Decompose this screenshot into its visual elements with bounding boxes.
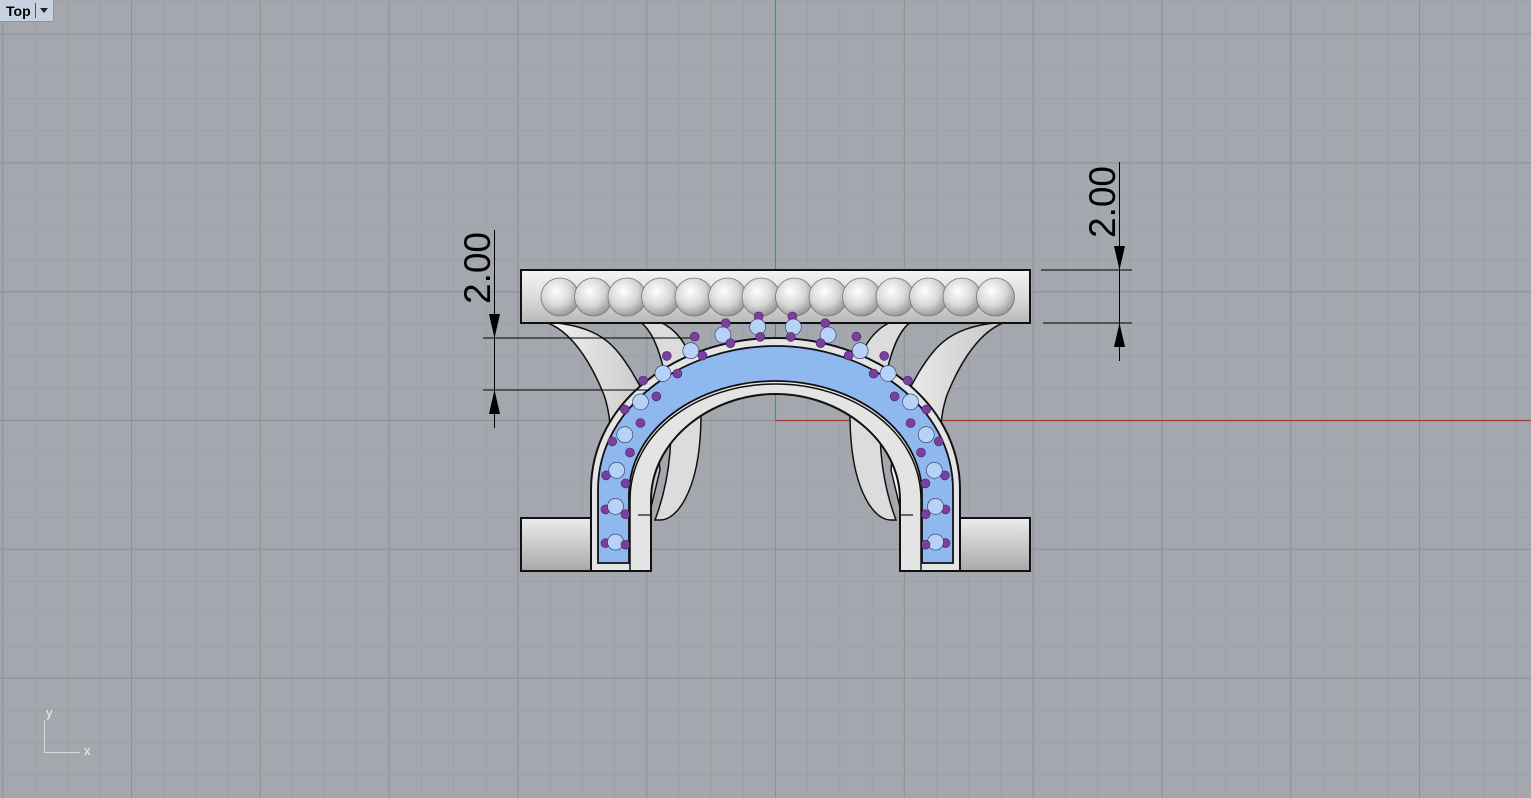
gem-stone	[616, 426, 634, 444]
pearl-bead	[540, 277, 580, 317]
gem-stone	[607, 498, 624, 515]
pearl-bead	[775, 277, 814, 317]
gem-stone	[889, 391, 900, 402]
gem-stone	[608, 461, 626, 479]
gem-stone	[785, 332, 796, 342]
pearl-bead	[674, 277, 714, 317]
gem-stone	[755, 332, 766, 342]
pearl-bead	[808, 277, 848, 317]
pearl-bead	[875, 277, 915, 317]
pearl-bead	[708, 277, 747, 317]
gem-stone	[682, 342, 700, 360]
pearl-bead	[842, 277, 881, 317]
gem-stone	[654, 365, 672, 382]
gem-stone	[672, 368, 683, 379]
gem-stone	[749, 318, 767, 336]
gem-stone	[843, 350, 854, 361]
gem-stone	[607, 533, 624, 551]
gem-stone	[879, 365, 897, 382]
arrowhead-icon	[1114, 323, 1125, 347]
gem-stone	[917, 426, 935, 444]
gem-stone	[905, 418, 916, 428]
widget-x-label: x	[84, 743, 91, 758]
gem-stone	[921, 404, 932, 415]
pearl-bead	[574, 277, 613, 317]
viewport-tab[interactable]: Top	[0, 0, 54, 22]
gem-stone	[868, 368, 879, 379]
gem-stone	[902, 375, 913, 386]
gem-stone	[851, 342, 869, 360]
viewport-title[interactable]: Top	[0, 3, 35, 19]
gem-stone	[620, 478, 631, 489]
chevron-down-icon[interactable]	[39, 8, 48, 13]
pearl-bead	[976, 277, 1015, 317]
gem-stone	[925, 461, 943, 479]
arrowhead-icon	[489, 314, 500, 338]
gem-stone	[697, 350, 708, 361]
gem-stone	[920, 478, 931, 489]
gem-stone	[927, 498, 944, 515]
widget-y-label: y	[46, 705, 53, 720]
gem-stone	[902, 393, 919, 411]
gem-stone	[916, 447, 926, 458]
dimension-right[interactable]: 2.00	[1041, 162, 1132, 361]
tab-separator	[34, 3, 36, 18]
arrowhead-icon	[1114, 246, 1125, 270]
gem-stone	[620, 509, 631, 520]
gem-stone	[619, 404, 630, 415]
gem-stone	[879, 351, 890, 361]
gem-stone	[927, 533, 944, 551]
gem-stone	[620, 539, 631, 550]
grid	[0, 0, 1531, 798]
top-viewport[interactable]: 2.00 2.00 y x Top	[0, 0, 1531, 798]
pearl-bead	[607, 277, 647, 317]
gem-stone	[661, 351, 672, 361]
viewport-canvas[interactable]: 2.00 2.00 y x	[0, 0, 1531, 798]
gem-stone	[815, 338, 826, 349]
gem-stone	[607, 436, 618, 447]
gem-stone	[632, 393, 649, 411]
gem-stone	[820, 318, 831, 329]
gem-stone	[851, 331, 862, 342]
pearl-bead	[942, 277, 982, 317]
gem-stone	[725, 338, 736, 349]
pearl-bead	[909, 277, 948, 317]
dimension-text-right: 2.00	[1082, 166, 1123, 238]
gem-stone	[651, 391, 662, 402]
gem-stone	[784, 318, 802, 336]
arrowhead-icon	[489, 390, 500, 414]
pearl-bead	[741, 277, 781, 317]
gem-stone	[920, 539, 931, 550]
dimension-text-left: 2.00	[457, 232, 498, 304]
gem-stone	[638, 375, 649, 386]
gem-stone	[933, 436, 944, 447]
gem-stone	[625, 447, 635, 458]
pearl-bead	[641, 277, 680, 317]
gem-stone	[920, 509, 931, 520]
gem-stone	[635, 418, 646, 428]
gem-stone	[689, 331, 700, 342]
gem-stone	[720, 318, 731, 329]
